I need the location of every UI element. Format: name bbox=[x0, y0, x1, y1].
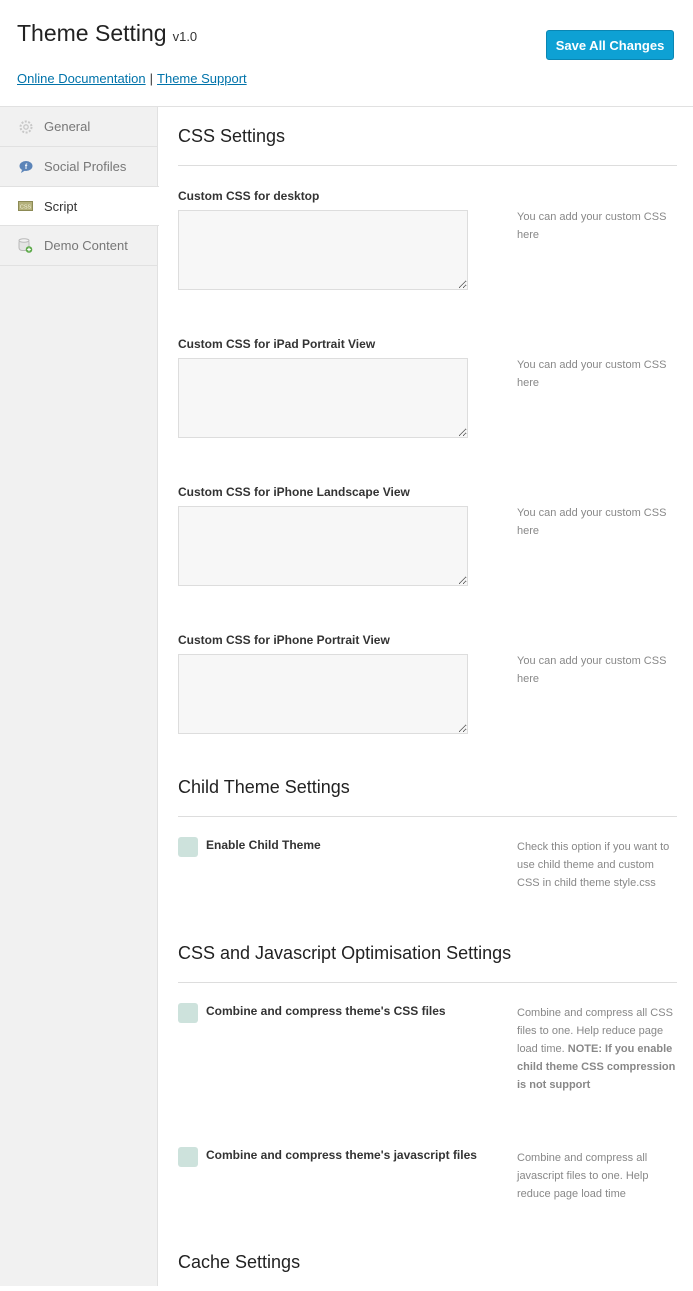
sidebar: General f Social Profiles CSS Script Dem… bbox=[0, 107, 159, 1286]
field-label: Custom CSS for desktop bbox=[178, 189, 320, 203]
section-title-cache: Cache Settings bbox=[178, 1252, 301, 1272]
custom-css-iphone-landscape-textarea[interactable] bbox=[178, 506, 468, 586]
optimisation-section: CSS and Javascript Optimisation Settings bbox=[178, 943, 677, 983]
field-description: You can add your custom CSS here bbox=[517, 359, 667, 389]
section-title-child-theme: Child Theme Settings bbox=[178, 777, 677, 817]
field-compress-js: Combine and compress theme's javascript … bbox=[178, 1147, 677, 1200]
header-links: Online Documentation | Theme Support bbox=[17, 71, 247, 86]
version-label: v1.0 bbox=[172, 29, 198, 44]
field-css-desktop: Custom CSS for desktop You can add your … bbox=[178, 189, 677, 290]
css-icon: CSS bbox=[18, 199, 33, 213]
link-separator: | bbox=[149, 71, 154, 86]
field-enable-child-theme: Enable Child Theme Check this option if … bbox=[178, 837, 677, 889]
cache-section: Cache Settings bbox=[178, 1252, 677, 1291]
child-theme-section: Child Theme Settings bbox=[178, 777, 677, 817]
facebook-bubble-icon: f bbox=[18, 160, 33, 174]
save-all-changes-button[interactable]: Save All Changes bbox=[546, 30, 674, 60]
field-description: You can add your custom CSS here bbox=[517, 655, 667, 685]
checkbox-label: Combine and compress theme's CSS files bbox=[206, 1004, 446, 1018]
field-description: Check this option if you want to use chi… bbox=[517, 841, 670, 889]
svg-text:CSS: CSS bbox=[20, 205, 32, 211]
custom-css-desktop-textarea[interactable] bbox=[178, 210, 468, 290]
sidebar-item-label: Demo Content bbox=[44, 238, 128, 253]
field-compress-css: Combine and compress theme's CSS files C… bbox=[178, 1003, 677, 1091]
custom-css-iphone-portrait-textarea[interactable] bbox=[178, 654, 468, 734]
database-add-icon bbox=[18, 238, 33, 253]
title-text: Theme Setting bbox=[17, 20, 167, 46]
field-description: Combine and compress all CSS files to on… bbox=[517, 1004, 677, 1094]
field-label: Custom CSS for iPhone Landscape View bbox=[178, 485, 410, 499]
field-css-iphone-landscape: Custom CSS for iPhone Landscape View You… bbox=[178, 485, 677, 586]
section-title-optimisation: CSS and Javascript Optimisation Settings bbox=[178, 943, 677, 983]
field-css-iphone-portrait: Custom CSS for iPhone Portrait View You … bbox=[178, 633, 677, 734]
compress-css-checkbox[interactable] bbox=[178, 1003, 198, 1023]
custom-css-ipad-portrait-textarea[interactable] bbox=[178, 358, 468, 438]
sidebar-item-label: Social Profiles bbox=[44, 159, 127, 174]
css-settings-section: CSS Settings bbox=[178, 126, 677, 166]
sidebar-item-social-profiles[interactable]: f Social Profiles bbox=[0, 147, 157, 187]
sidebar-item-demo-content[interactable]: Demo Content bbox=[0, 226, 157, 266]
field-label: Custom CSS for iPhone Portrait View bbox=[178, 633, 390, 647]
field-css-ipad-portrait: Custom CSS for iPad Portrait View You ca… bbox=[178, 337, 677, 438]
sidebar-item-label: General bbox=[44, 119, 91, 134]
online-documentation-link[interactable]: Online Documentation bbox=[17, 71, 146, 86]
sidebar-item-script[interactable]: CSS Script bbox=[0, 186, 159, 226]
field-description: Combine and compress all javascript file… bbox=[517, 1152, 649, 1200]
checkbox-label: Combine and compress theme's javascript … bbox=[206, 1148, 477, 1162]
checkbox-label: Enable Child Theme bbox=[206, 838, 321, 852]
section-title-css: CSS Settings bbox=[178, 126, 677, 166]
page-header: Theme Setting v1.0 Online Documentation | T… bbox=[0, 0, 693, 107]
sidebar-item-label: Script bbox=[44, 198, 78, 214]
gear-icon bbox=[18, 120, 33, 134]
field-description: You can add your custom CSS here bbox=[517, 507, 667, 537]
page-title: Theme Setting v1.0 bbox=[17, 20, 197, 47]
sidebar-item-general[interactable]: General bbox=[0, 107, 157, 147]
field-label: Custom CSS for iPad Portrait View bbox=[178, 337, 376, 351]
compress-js-checkbox[interactable] bbox=[178, 1147, 198, 1167]
theme-support-link[interactable]: Theme Support bbox=[157, 71, 247, 86]
enable-child-theme-checkbox[interactable] bbox=[178, 837, 198, 857]
field-description: You can add your custom CSS here bbox=[517, 211, 667, 241]
